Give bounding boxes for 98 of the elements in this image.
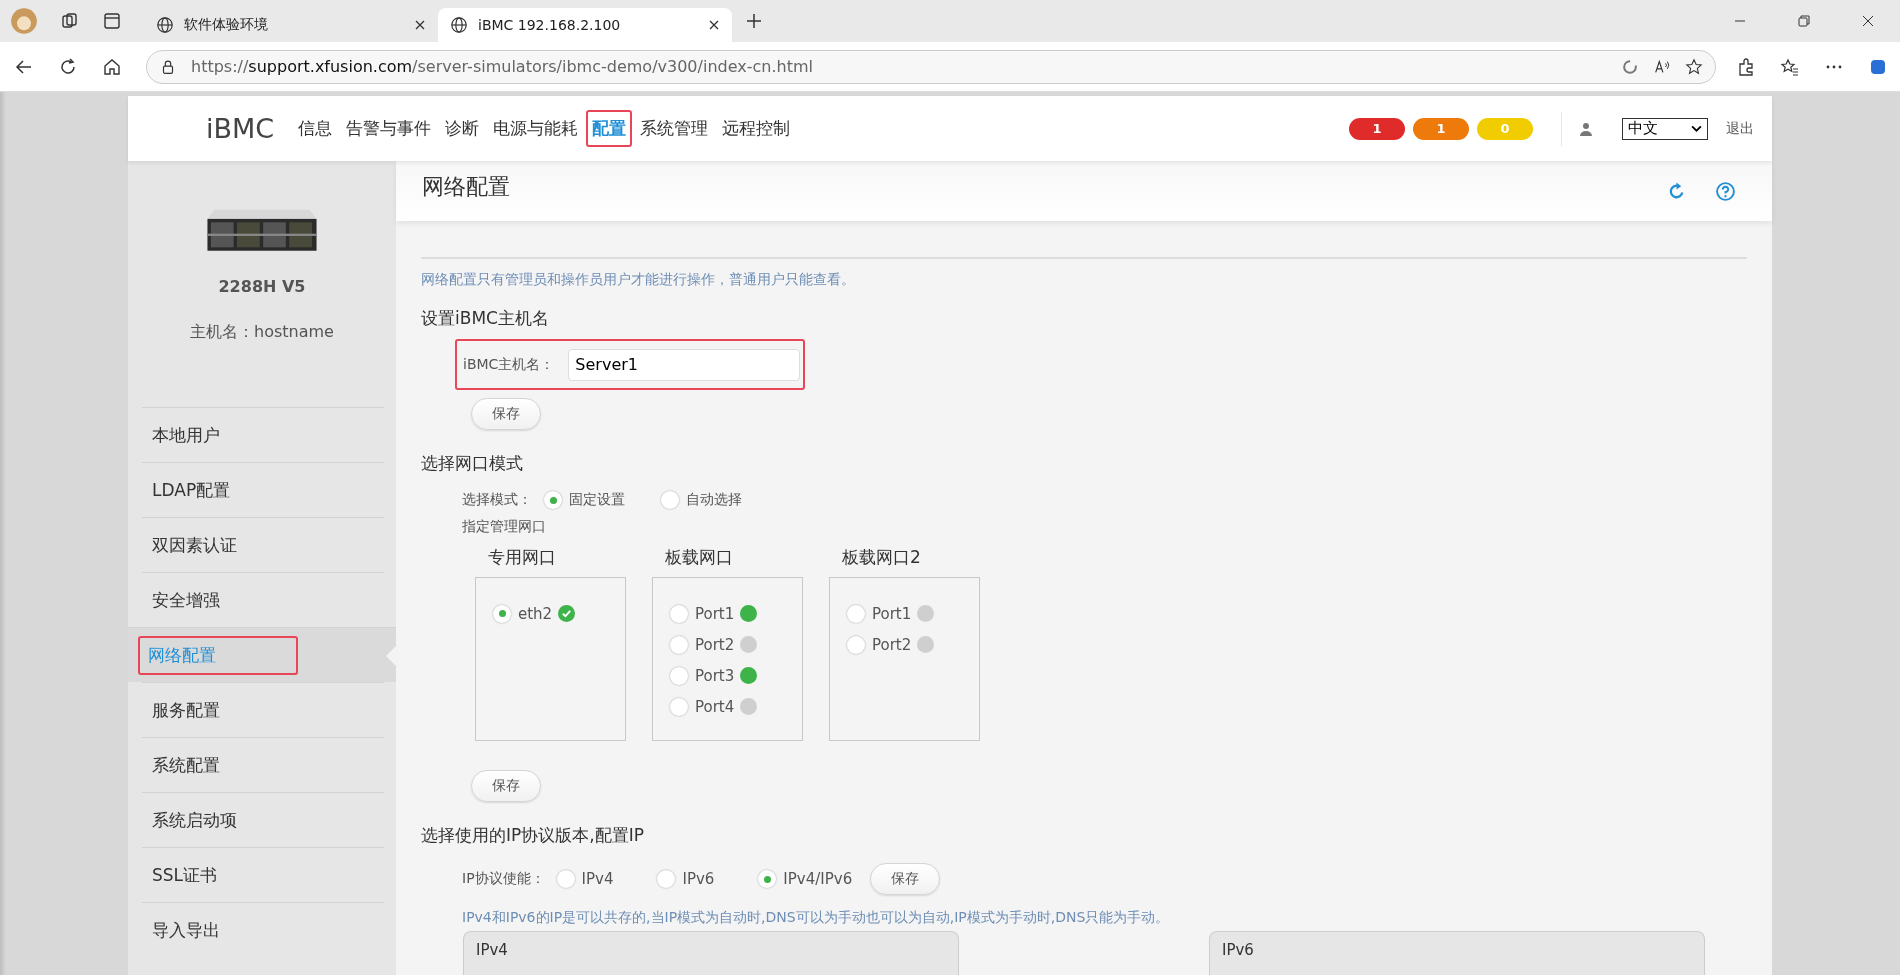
save-button[interactable]: 保存 <box>471 770 541 802</box>
workspaces-icon[interactable] <box>60 11 80 31</box>
radio-label: 自动选择 <box>686 491 742 509</box>
nav-link[interactable]: 诊断 <box>439 110 486 147</box>
tab-actions-icon[interactable] <box>102 11 122 31</box>
alarm-count[interactable]: 1 <box>1349 117 1405 140</box>
extensions-icon[interactable] <box>1736 56 1756 77</box>
sidebar-item-label: 双因素认证 <box>151 533 238 557</box>
notice-text: 网络配置只有管理员和操作员用户才能进行操作，普通用户只能查看。 <box>421 271 855 289</box>
field-label: 指定管理网口 <box>462 518 546 536</box>
user-icon[interactable] <box>1578 120 1594 137</box>
section-heading: 设置iBMC主机名 <box>421 307 549 330</box>
group-title: 板载网口 <box>665 546 734 569</box>
radio-button[interactable] <box>758 870 777 888</box>
globe-icon <box>156 16 174 34</box>
port-label: Port4 <box>695 697 735 716</box>
sidebar-item-label: 系统启动项 <box>151 808 238 832</box>
sidebar-item-label: LDAP配置 <box>151 478 232 502</box>
radio-button[interactable] <box>657 870 676 888</box>
refresh-swirl-icon[interactable] <box>1621 57 1639 76</box>
port-label: Port2 <box>872 635 912 654</box>
nav-link[interactable]: 告警与事件 <box>340 110 438 147</box>
reload-icon[interactable] <box>58 56 78 77</box>
hostname-field[interactable]: Server1 <box>568 348 801 381</box>
help-icon[interactable] <box>1715 180 1736 202</box>
field-label: IP协议使能： <box>462 870 545 888</box>
sidebar-item[interactable]: 系统配置 <box>142 737 384 792</box>
radio-button[interactable] <box>670 697 688 716</box>
home-icon[interactable] <box>102 56 122 77</box>
nav-link[interactable]: 系统管理 <box>634 110 715 147</box>
logout-link[interactable]: 退出 <box>1726 119 1754 138</box>
radio-button[interactable] <box>661 491 679 509</box>
field-label: 选择模式： <box>462 491 532 509</box>
logo: iBMC <box>206 113 275 144</box>
note-text: IPv4和IPv6的IP是可以共存的,当IP模式为自动时,DNS可以为手动也可以为自动,IP模式为手动时,DNS只能为手动。 <box>462 909 1170 927</box>
tab-title: iBMC 192.168.2.100 <box>478 17 622 33</box>
favorite-star-icon[interactable] <box>1685 57 1703 76</box>
sidebar-item[interactable]: SSL证书 <box>142 847 384 902</box>
language-select[interactable]: 中文 <box>1622 117 1708 140</box>
radio-button[interactable] <box>493 604 511 623</box>
server-model: 2288H V5 <box>218 277 306 296</box>
nav-link[interactable]: 配置 <box>586 110 633 147</box>
sidebar-item-label: 网络配置 <box>138 635 298 675</box>
read-aloud-icon[interactable] <box>1653 57 1671 76</box>
close-icon[interactable] <box>1861 14 1875 28</box>
port-label: Port1 <box>695 604 735 623</box>
radio-label: 固定设置 <box>569 491 625 509</box>
browser-tab[interactable]: 软件体验环境 <box>144 8 438 42</box>
sidebar-item-label: 安全增强 <box>151 588 221 612</box>
url-text: https://support.xfusion.com/server-simulators/ibmc-demo/v300/index-cn.html <box>191 57 813 76</box>
address-bar[interactable]: https://support.xfusion.com/server-simulators/ibmc-demo/v300/index-cn.html <box>146 49 1716 84</box>
sidebar-item[interactable]: LDAP配置 <box>142 462 384 517</box>
sidebar-item[interactable]: 系统启动项 <box>142 792 384 847</box>
sidebar-item[interactable]: 本地用户 <box>142 407 384 462</box>
sidebar-item[interactable]: 导入导出 <box>142 902 384 957</box>
restore-icon[interactable] <box>1797 14 1811 28</box>
radio-button[interactable] <box>847 604 865 623</box>
radio-label: IPv4 <box>581 870 614 888</box>
new-tab-icon[interactable] <box>744 11 764 31</box>
tab-title: 软件体验环境 <box>184 16 269 34</box>
radio-button[interactable] <box>847 635 865 654</box>
radio-button[interactable] <box>670 666 688 685</box>
panel-title: IPv6 <box>1222 941 1254 959</box>
caret-icon <box>1691 125 1702 132</box>
close-icon[interactable] <box>414 19 426 31</box>
radio-button[interactable] <box>544 491 562 509</box>
sidebar-item[interactable]: 双因素认证 <box>142 517 384 572</box>
sidebar-item-label: 导入导出 <box>151 918 221 942</box>
group-title: 板载网口2 <box>842 546 922 569</box>
radio-label: IPv4/IPv6 <box>783 870 853 888</box>
nav-link[interactable]: 远程控制 <box>716 110 797 147</box>
sidebar-item-label: 服务配置 <box>151 698 221 722</box>
sidebar-item-label: 本地用户 <box>151 423 221 447</box>
field-label: iBMC主机名： <box>463 355 555 374</box>
group-title: 专用网口 <box>488 546 557 569</box>
radio-button[interactable] <box>556 870 575 888</box>
port-label: Port1 <box>872 604 912 623</box>
panel-title: IPv4 <box>476 941 508 959</box>
radio-label: IPv6 <box>682 870 715 888</box>
nav-link[interactable]: 信息 <box>292 110 339 147</box>
port-label: Port3 <box>695 666 735 685</box>
port-label: Port2 <box>695 635 735 654</box>
section-heading: 选择网口模式 <box>421 452 523 475</box>
globe-icon <box>450 16 468 34</box>
sidebar-item-label: 系统配置 <box>151 753 221 777</box>
save-button[interactable]: 保存 <box>870 863 941 895</box>
browser-tab[interactable]: iBMC 192.168.2.100 <box>438 8 732 42</box>
radio-button[interactable] <box>670 635 688 654</box>
section-heading: 选择使用的IP协议版本,配置IP <box>421 824 644 847</box>
port-label: eth2 <box>518 604 553 623</box>
save-button[interactable]: 保存 <box>471 398 541 430</box>
nav-link[interactable]: 电源与能耗 <box>487 110 585 147</box>
hostname-label: 主机名：hostname <box>190 322 334 343</box>
page-title: 网络配置 <box>422 173 510 201</box>
sidebar-item-label: SSL证书 <box>151 863 219 887</box>
sidebar-item[interactable]: 服务配置 <box>142 682 384 737</box>
radio-button[interactable] <box>670 604 688 623</box>
close-icon[interactable] <box>708 19 720 31</box>
